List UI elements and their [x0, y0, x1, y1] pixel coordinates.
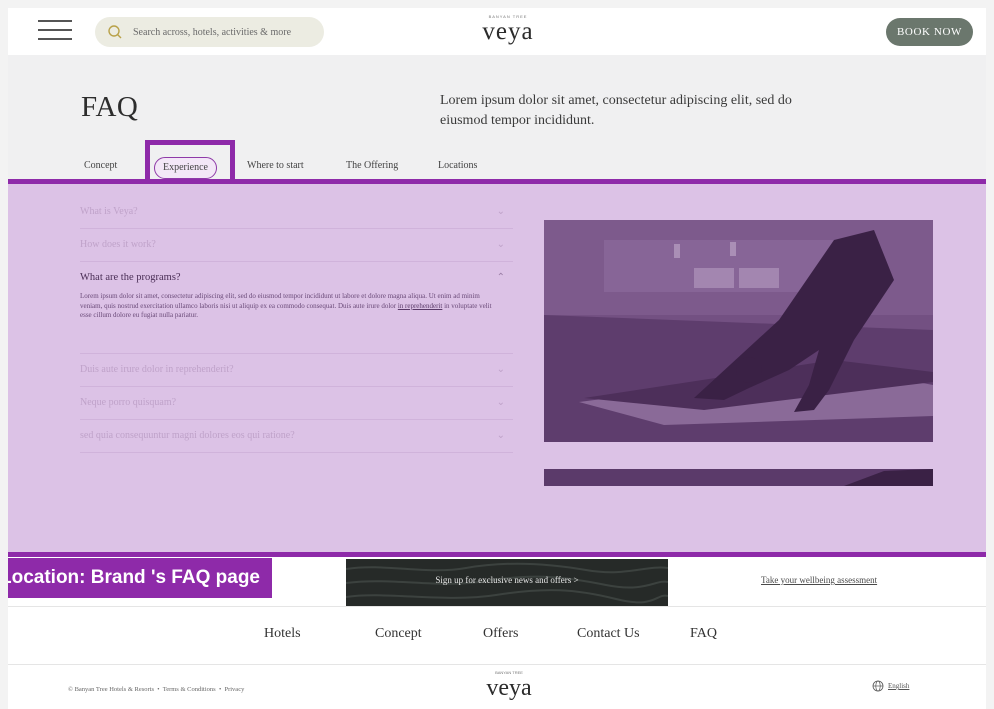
yoga-photo: [544, 220, 933, 442]
divider: [8, 664, 986, 665]
intro-text: Lorem ipsum dolor sit amet, consectetur …: [440, 93, 792, 128]
separator: •: [157, 686, 160, 693]
logo-text: veya: [482, 18, 534, 45]
chevron-up-icon: ⌃: [496, 272, 505, 283]
language-selector[interactable]: English: [872, 680, 910, 692]
globe-icon: [872, 680, 884, 692]
language-label: English: [888, 682, 910, 690]
secondary-illustration: [544, 469, 933, 486]
chevron-down-icon: ⌄: [496, 364, 505, 375]
answer-link[interactable]: in reprehenderit: [398, 302, 443, 310]
brand-logo[interactable]: BANYAN TREE veya: [478, 14, 538, 48]
faq-question: Duis aute irure dolor in reprehenderit?: [80, 364, 234, 375]
newsletter-signup-banner[interactable]: Sign up for exclusive news and offers >: [346, 559, 668, 607]
footer-logo[interactable]: BANYAN TREE veya: [479, 670, 539, 700]
search-bar[interactable]: [95, 17, 324, 47]
faq-question: What is Veya?: [80, 206, 138, 217]
page: BANYAN TREE veya BOOK NOW FAQ Lorem ipsu…: [8, 8, 986, 709]
chevron-down-icon: ⌄: [496, 206, 505, 217]
faq-question: What are the programs?: [80, 272, 181, 283]
tab-the-offering[interactable]: The Offering: [346, 155, 398, 177]
faq-question: How does it work?: [80, 239, 156, 250]
search-icon: [108, 25, 122, 39]
legal-links: © Banyan Tree Hotels & Resorts • Terms &…: [68, 686, 244, 693]
terms-link[interactable]: Terms & Conditions: [163, 686, 216, 693]
faq-item[interactable]: sed quia consequuntur magni dolores eos …: [80, 420, 513, 453]
chevron-down-icon: ⌄: [496, 239, 505, 250]
faq-question: sed quia consequuntur magni dolores eos …: [80, 430, 295, 441]
faq-item-expanded[interactable]: What are the programs? ⌃ Lorem ipsum dol…: [80, 262, 513, 354]
footer-link-offers[interactable]: Offers: [483, 626, 519, 642]
tab-where-to-start[interactable]: Where to start: [247, 155, 304, 177]
tab-locations[interactable]: Locations: [438, 155, 477, 177]
chevron-down-icon: ⌄: [496, 430, 505, 441]
faq-item[interactable]: How does it work? ⌄: [80, 229, 513, 262]
wellbeing-assessment-link[interactable]: Take your wellbeing assessment: [761, 575, 877, 585]
faq-item[interactable]: What is Veya? ⌄: [80, 196, 513, 229]
tab-concept[interactable]: Concept: [84, 155, 117, 177]
footer-link-faq[interactable]: FAQ: [690, 626, 717, 642]
footer-link-concept[interactable]: Concept: [375, 626, 422, 642]
copyright-text: © Banyan Tree Hotels & Resorts: [68, 686, 155, 693]
top-bar: BANYAN TREE veya BOOK NOW: [8, 8, 986, 55]
logo-text: veya: [486, 675, 532, 701]
faq-item[interactable]: Duis aute irure dolor in reprehenderit? …: [80, 354, 513, 387]
faq-question: Neque porro quisquam?: [80, 397, 177, 408]
page-title: FAQ: [81, 91, 139, 123]
faq-list: What is Veya? ⌄ How does it work? ⌄ What…: [80, 196, 513, 453]
footer-link-contact-us[interactable]: Contact Us: [577, 626, 640, 642]
faq-answer: Lorem ipsum dolor sit amet, consectetur …: [80, 292, 500, 321]
yoga-illustration: [544, 220, 933, 442]
book-now-button[interactable]: BOOK NOW: [886, 18, 973, 46]
footer-link-hotels[interactable]: Hotels: [264, 626, 301, 642]
secondary-photo: [544, 469, 933, 486]
divider: [8, 606, 986, 607]
separator: •: [218, 686, 222, 693]
annotation-caption: Location: Brand 's FAQ page: [8, 558, 272, 598]
chevron-down-icon: ⌄: [496, 397, 505, 408]
faq-item[interactable]: Neque porro quisquam? ⌄: [80, 387, 513, 420]
search-input[interactable]: [133, 22, 318, 42]
signup-label: Sign up for exclusive news and offers >: [435, 575, 579, 585]
privacy-link[interactable]: Privacy: [224, 686, 244, 693]
menu-icon[interactable]: [38, 20, 72, 42]
faq-content-highlight: What is Veya? ⌄ How does it work? ⌄ What…: [8, 179, 986, 557]
